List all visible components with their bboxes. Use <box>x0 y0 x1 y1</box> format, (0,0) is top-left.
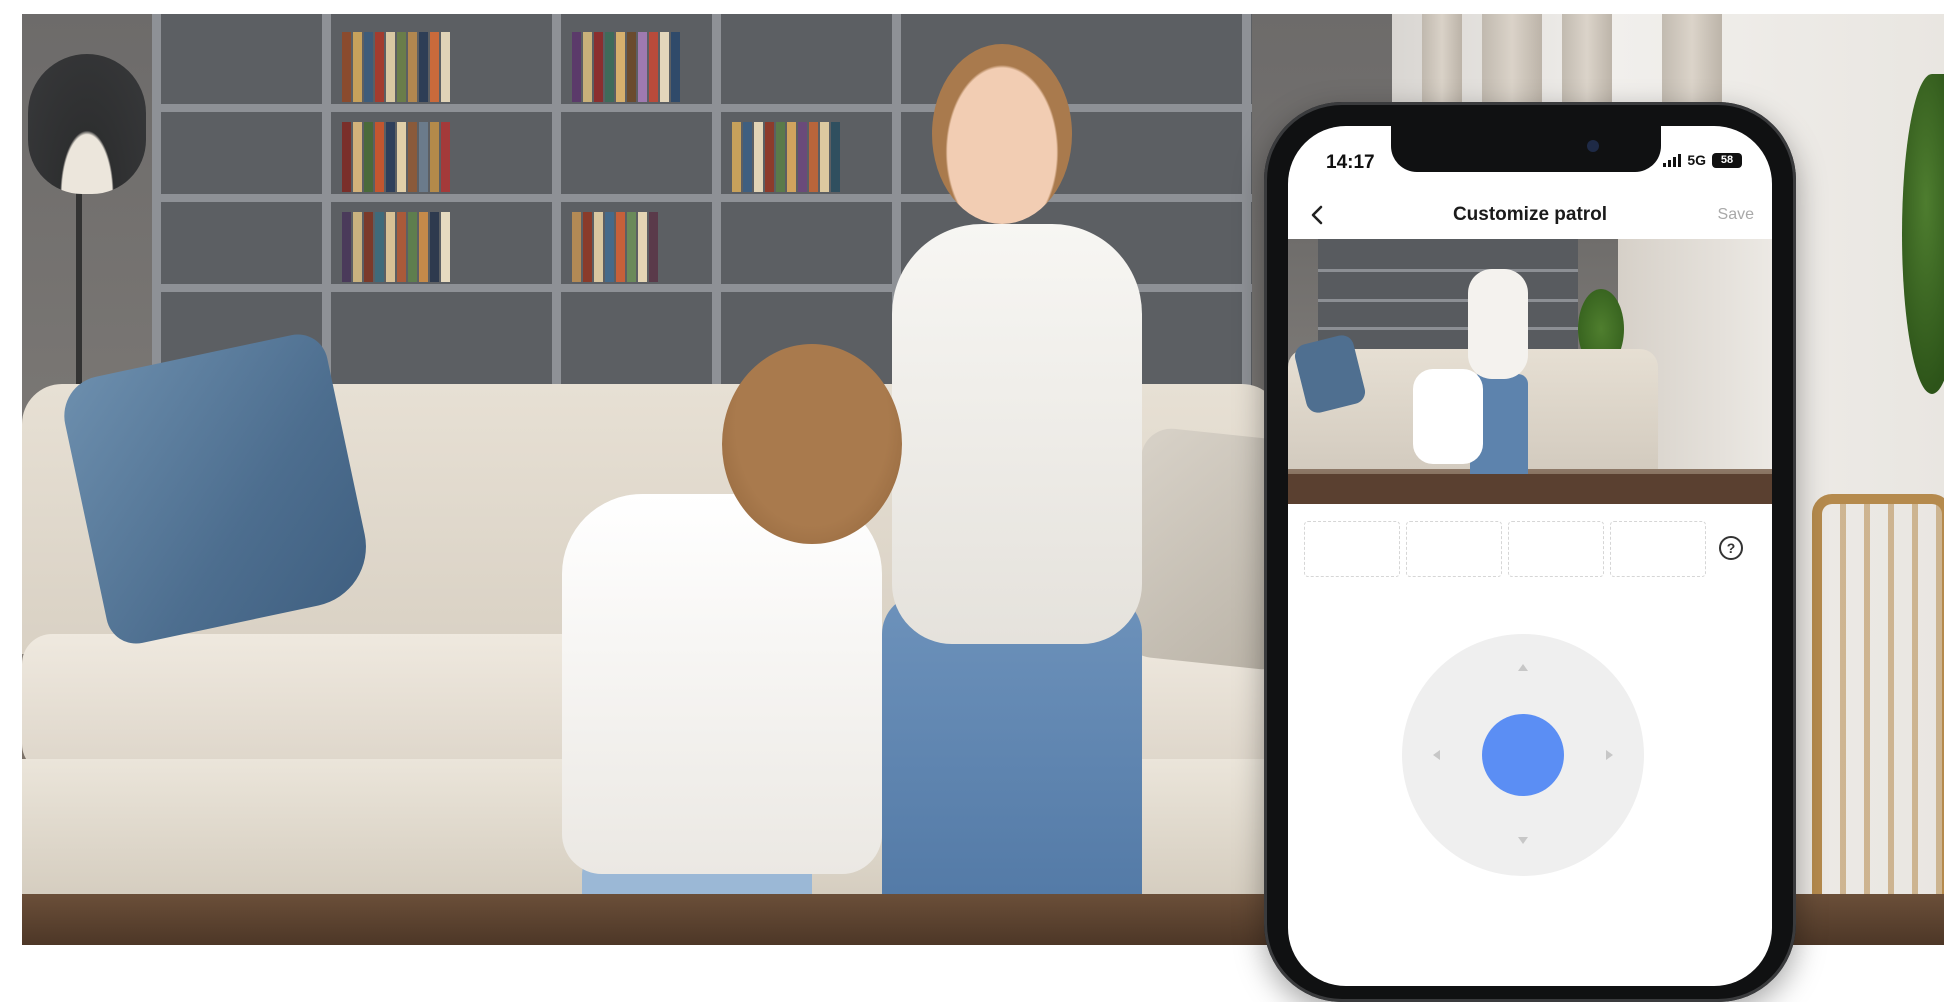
signal-icon <box>1663 153 1682 167</box>
question-circle-icon[interactable]: ? <box>1719 536 1743 560</box>
floor-lamp <box>28 54 146 194</box>
books <box>342 122 452 192</box>
books <box>572 32 682 102</box>
books <box>572 212 660 282</box>
preset-slot[interactable] <box>1610 521 1706 577</box>
phone-frame: 14:17 5G 58 Customize patrol Save ? <box>1264 102 1796 1002</box>
page-title: Customize patrol <box>1452 204 1608 225</box>
rattan-chair <box>1812 494 1944 934</box>
books <box>732 122 842 192</box>
child-older <box>892 224 1142 644</box>
camera-preview[interactable] <box>1288 239 1772 504</box>
books <box>342 212 452 282</box>
arrow-up-icon[interactable] <box>1518 664 1528 671</box>
front-camera-icon <box>1587 140 1599 152</box>
preset-slot[interactable] <box>1406 521 1502 577</box>
child-older <box>882 594 1142 945</box>
books <box>342 32 452 102</box>
arrow-down-icon[interactable] <box>1518 837 1528 844</box>
battery-icon: 58 <box>1712 152 1742 168</box>
child-younger <box>722 344 902 544</box>
phone-notch <box>1391 126 1661 172</box>
save-button[interactable]: Save <box>1718 206 1754 224</box>
preset-slot[interactable] <box>1508 521 1604 577</box>
arrow-left-icon[interactable] <box>1433 750 1440 760</box>
arrow-right-icon[interactable] <box>1606 750 1613 760</box>
joystick-handle[interactable] <box>1482 714 1564 796</box>
patrol-preset-slots <box>1304 521 1706 577</box>
child-older <box>932 44 1072 224</box>
status-indicators: 5G 58 <box>1663 152 1742 168</box>
preset-slot[interactable] <box>1304 521 1400 577</box>
nav-bar: Customize patrol Save <box>1288 190 1772 240</box>
ptz-joystick[interactable] <box>1402 634 1644 876</box>
child-younger <box>562 494 882 874</box>
status-time: 14:17 <box>1326 152 1375 173</box>
blue-pillow <box>56 328 378 650</box>
phone-screen: 14:17 5G 58 Customize patrol Save ? <box>1288 126 1772 986</box>
floor-lamp <box>76 184 82 384</box>
network-label: 5G <box>1687 152 1706 168</box>
